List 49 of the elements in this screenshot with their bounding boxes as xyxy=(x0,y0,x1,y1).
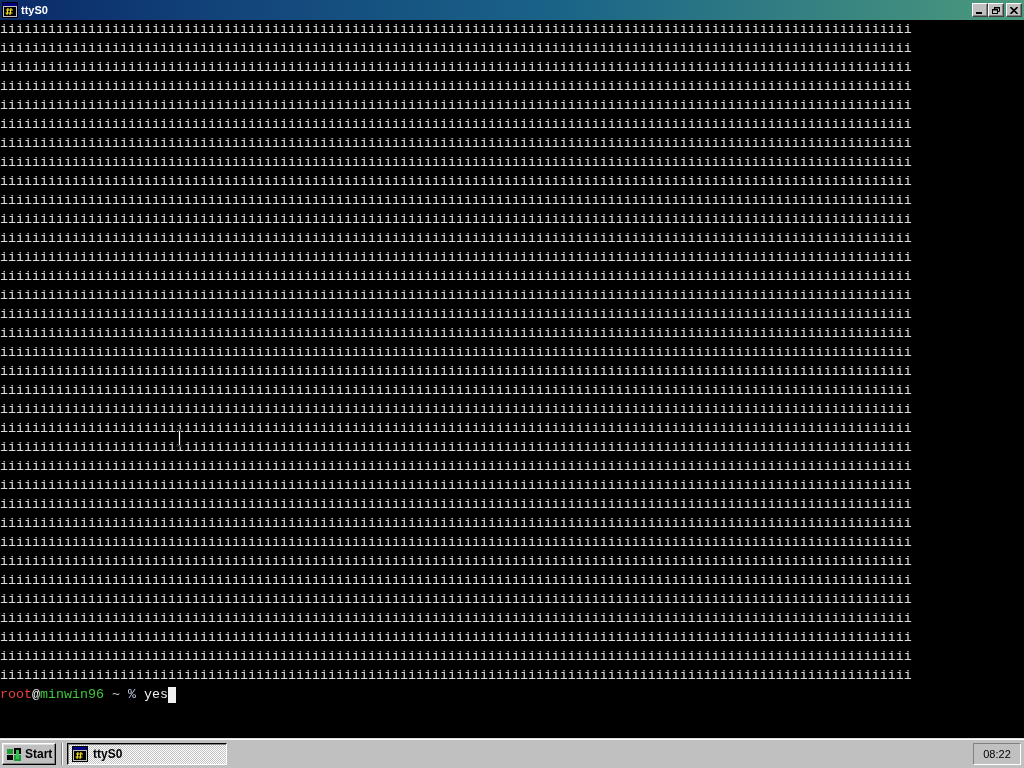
terminal-line: iiiiiiiiiiiiiiiiiiiiiiiiiiiiiiiiiiiiiiiiiiiiiiiiiiiiiiiiiiiiiiiiiiiiiiiiiiiiiiiiiiiiiiiiiiiiiiiiiiiiiiiiiiiiiiiiii xyxy=(0,460,912,473)
logo-icon xyxy=(6,746,22,762)
terminal-line: iiiiiiiiiiiiiiiiiiiiiiiiiiiiiiiiiiiiiiiiiiiiiiiiiiiiiiiiiiiiiiiiiiiiiiiiiiiiiiiiiiiiiiiiiiiiiiiiiiiiiiiiiiiiiiiiii xyxy=(0,441,912,454)
terminal-line: iiiiiiiiiiiiiiiiiiiiiiiiiiiiiiiiiiiiiiiiiiiiiiiiiiiiiiiiiiiiiiiiiiiiiiiiiiiiiiiiiiiiiiiiiiiiiiiiiiiiiiiiiiiiiiiiii xyxy=(0,270,912,283)
terminal-line: iiiiiiiiiiiiiiiiiiiiiiiiiiiiiiiiiiiiiiiiiiiiiiiiiiiiiiiiiiiiiiiiiiiiiiiiiiiiiiiiiiiiiiiiiiiiiiiiiiiiiiiiiiiiiiiiii xyxy=(0,327,912,340)
terminal-line: iiiiiiiiiiiiiiiiiiiiiiiiiiiiiiiiiiiiiiiiiiiiiiiiiiiiiiiiiiiiiiiiiiiiiiiiiiiiiiiiiiiiiiiiiiiiiiiiiiiiiiiiiiiiiiiiii xyxy=(0,346,912,359)
terminal-line: iiiiiiiiiiiiiiiiiiiiiiiiiiiiiiiiiiiiiiiiiiiiiiiiiiiiiiiiiiiiiiiiiiiiiiiiiiiiiiiiiiiiiiiiiiiiiiiiiiiiiiiiiiiiiiiiii xyxy=(0,156,912,169)
terminal-line: iiiiiiiiiiiiiiiiiiiiiiiiiiiiiiiiiiiiiiiiiiiiiiiiiiiiiiiiiiiiiiiiiiiiiiiiiiiiiiiiiiiiiiiiiiiiiiiiiiiiiiiiiiiiiiiiii xyxy=(0,61,912,74)
block-cursor-icon xyxy=(168,686,176,703)
terminal-line: iiiiiiiiiiiiiiiiiiiiiiiiiiiiiiiiiiiiiiiiiiiiiiiiiiiiiiiiiiiiiiiiiiiiiiiiiiiiiiiiiiiiiiiiiiiiiiiiiiiiiiiiiiiiiiiiii xyxy=(0,650,912,663)
clock: 08:22 xyxy=(973,743,1021,765)
terminal-line: iiiiiiiiiiiiiiiiiiiiiiiiiiiiiiiiiiiiiiiiiiiiiiiiiiiiiiiiiiiiiiiiiiiiiiiiiiiiiiiiiiiiiiiiiiiiiiiiiiiiiiiiiiiiiiiiii xyxy=(0,574,912,587)
shell-prompt: root@minwin96 ~ % yes xyxy=(0,686,168,704)
close-button[interactable] xyxy=(1006,3,1022,17)
terminal-line: iiiiiiiiiiiiiiiiiiiiiiiiiiiiiiiiiiiiiiiiiiiiiiiiiiiiiiiiiiiiiiiiiiiiiiiiiiiiiiiiiiiiiiiiiiiiiiiiiiiiiiiiiiiiiiiiii xyxy=(0,175,912,188)
taskbar-button[interactable]: ttyS0 xyxy=(67,743,227,765)
terminal-line: iiiiiiiiiiiiiiiiiiiiiiiiiiiiiiiiiiiiiiiiiiiiiiiiiiiiiiiiiiiiiiiiiiiiiiiiiiiiiiiiiiiiiiiiiiiiiiiiiiiiiiiiiiiiiiiiii xyxy=(0,194,912,207)
terminal-window-icon xyxy=(2,2,18,18)
terminal-line: iiiiiiiiiiiiiiiiiiiiiiiiiiiiiiiiiiiiiiiiiiiiiiiiiiiiiiiiiiiiiiiiiiiiiiiiiiiiiiiiiiiiiiiiiiiiiiiiiiiiiiiiiiiiiiiiii xyxy=(0,99,912,112)
terminal-line: iiiiiiiiiiiiiiiiiiiiiiiiiiiiiiiiiiiiiiiiiiiiiiiiiiiiiiiiiiiiiiiiiiiiiiiiiiiiiiiiiiiiiiiiiiiiiiiiiiiiiiiiiiiiiiiiii xyxy=(0,232,912,245)
terminal-line: iiiiiiiiiiiiiiiiiiiiiiiiiiiiiiiiiiiiiiiiiiiiiiiiiiiiiiiiiiiiiiiiiiiiiiiiiiiiiiiiiiiiiiiiiiiiiiiiiiiiiiiiiiiiiiiiii xyxy=(0,251,912,264)
terminal-line: iiiiiiiiiiiiiiiiiiiiiiiiiiiiiiiiiiiiiiiiiiiiiiiiiiiiiiiiiiiiiiiiiiiiiiiiiiiiiiiiiiiiiiiiiiiiiiiiiiiiiiiiiiiiiiiiii xyxy=(0,536,912,549)
terminal-line: iiiiiiiiiiiiiiiiiiiiiiiiiiiiiiiiiiiiiiiiiiiiiiiiiiiiiiiiiiiiiiiiiiiiiiiiiiiiiiiiiiiiiiiiiiiiiiiiiiiiiiiiiiiiiiiiii xyxy=(0,23,912,36)
close-icon xyxy=(1010,6,1018,14)
terminal-line: iiiiiiiiiiiiiiiiiiiiiiiiiiiiiiiiiiiiiiiiiiiiiiiiiiiiiiiiiiiiiiiiiiiiiiiiiiiiiiiiiiiiiiiiiiiiiiiiiiiiiiiiiiiiiiiiii xyxy=(0,213,912,226)
terminal-line: iiiiiiiiiiiiiiiiiiiiiiiiiiiiiiiiiiiiiiiiiiiiiiiiiiiiiiiiiiiiiiiiiiiiiiiiiiiiiiiiiiiiiiiiiiiiiiiiiiiiiiiiiiiiiiiiii xyxy=(0,593,912,606)
terminal-line: iiiiiiiiiiiiiiiiiiiiiiiiiiiiiiiiiiiiiiiiiiiiiiiiiiiiiiiiiiiiiiiiiiiiiiiiiiiiiiiiiiiiiiiiiiiiiiiiiiiiiiiiiiiiiiiiii xyxy=(0,308,912,321)
terminal-line: iiiiiiiiiiiiiiiiiiiiiiiiiiiiiiiiiiiiiiiiiiiiiiiiiiiiiiiiiiiiiiiiiiiiiiiiiiiiiiiiiiiiiiiiiiiiiiiiiiiiiiiiiiiiiiiiii xyxy=(0,612,912,625)
terminal-line: iiiiiiiiiiiiiiiiiiiiiiiiiiiiiiiiiiiiiiiiiiiiiiiiiiiiiiiiiiiiiiiiiiiiiiiiiiiiiiiiiiiiiiiiiiiiiiiiiiiiiiiiiiiiiiiiii xyxy=(0,422,912,435)
restore-icon xyxy=(992,6,1000,14)
start-button[interactable]: Start xyxy=(2,743,56,765)
terminal-window-icon xyxy=(72,746,88,762)
terminal-line: iiiiiiiiiiiiiiiiiiiiiiiiiiiiiiiiiiiiiiiiiiiiiiiiiiiiiiiiiiiiiiiiiiiiiiiiiiiiiiiiiiiiiiiiiiiiiiiiiiiiiiiiiiiiiiiiii xyxy=(0,403,912,416)
window-title: ttyS0 xyxy=(21,4,48,16)
terminal-line: iiiiiiiiiiiiiiiiiiiiiiiiiiiiiiiiiiiiiiiiiiiiiiiiiiiiiiiiiiiiiiiiiiiiiiiiiiiiiiiiiiiiiiiiiiiiiiiiiiiiiiiiiiiiiiiiii xyxy=(0,498,912,511)
minimize-button[interactable] xyxy=(972,3,988,17)
terminal-line: iiiiiiiiiiiiiiiiiiiiiiiiiiiiiiiiiiiiiiiiiiiiiiiiiiiiiiiiiiiiiiiiiiiiiiiiiiiiiiiiiiiiiiiiiiiiiiiiiiiiiiiiiiiiiiiiii xyxy=(0,365,912,378)
terminal-line: iiiiiiiiiiiiiiiiiiiiiiiiiiiiiiiiiiiiiiiiiiiiiiiiiiiiiiiiiiiiiiiiiiiiiiiiiiiiiiiiiiiiiiiiiiiiiiiiiiiiiiiiiiiiiiiiii xyxy=(0,42,912,55)
terminal-line: iiiiiiiiiiiiiiiiiiiiiiiiiiiiiiiiiiiiiiiiiiiiiiiiiiiiiiiiiiiiiiiiiiiiiiiiiiiiiiiiiiiiiiiiiiiiiiiiiiiiiiiiiiiiiiiiii xyxy=(0,289,912,302)
terminal-line: iiiiiiiiiiiiiiiiiiiiiiiiiiiiiiiiiiiiiiiiiiiiiiiiiiiiiiiiiiiiiiiiiiiiiiiiiiiiiiiiiiiiiiiiiiiiiiiiiiiiiiiiiiiiiiiiii xyxy=(0,118,912,131)
restore-button[interactable] xyxy=(988,3,1004,17)
terminal-line: iiiiiiiiiiiiiiiiiiiiiiiiiiiiiiiiiiiiiiiiiiiiiiiiiiiiiiiiiiiiiiiiiiiiiiiiiiiiiiiiiiiiiiiiiiiiiiiiiiiiiiiiiiiiiiiiii xyxy=(0,669,912,682)
terminal-line: iiiiiiiiiiiiiiiiiiiiiiiiiiiiiiiiiiiiiiiiiiiiiiiiiiiiiiiiiiiiiiiiiiiiiiiiiiiiiiiiiiiiiiiiiiiiiiiiiiiiiiiiiiiiiiiiii xyxy=(0,384,912,397)
terminal-line: iiiiiiiiiiiiiiiiiiiiiiiiiiiiiiiiiiiiiiiiiiiiiiiiiiiiiiiiiiiiiiiiiiiiiiiiiiiiiiiiiiiiiiiiiiiiiiiiiiiiiiiiiiiiiiiiii xyxy=(0,80,912,93)
terminal-line: iiiiiiiiiiiiiiiiiiiiiiiiiiiiiiiiiiiiiiiiiiiiiiiiiiiiiiiiiiiiiiiiiiiiiiiiiiiiiiiiiiiiiiiiiiiiiiiiiiiiiiiiiiiiiiiiii xyxy=(0,555,912,568)
terminal-line: iiiiiiiiiiiiiiiiiiiiiiiiiiiiiiiiiiiiiiiiiiiiiiiiiiiiiiiiiiiiiiiiiiiiiiiiiiiiiiiiiiiiiiiiiiiiiiiiiiiiiiiiiiiiiiiiii xyxy=(0,137,912,150)
terminal-line: iiiiiiiiiiiiiiiiiiiiiiiiiiiiiiiiiiiiiiiiiiiiiiiiiiiiiiiiiiiiiiiiiiiiiiiiiiiiiiiiiiiiiiiiiiiiiiiiiiiiiiiiiiiiiiiiii xyxy=(0,479,912,492)
terminal-line: iiiiiiiiiiiiiiiiiiiiiiiiiiiiiiiiiiiiiiiiiiiiiiiiiiiiiiiiiiiiiiiiiiiiiiiiiiiiiiiiiiiiiiiiiiiiiiiiiiiiiiiiiiiiiiiiii xyxy=(0,517,912,530)
terminal-line: iiiiiiiiiiiiiiiiiiiiiiiiiiiiiiiiiiiiiiiiiiiiiiiiiiiiiiiiiiiiiiiiiiiiiiiiiiiiiiiiiiiiiiiiiiiiiiiiiiiiiiiiiiiiiiiiii xyxy=(0,631,912,644)
